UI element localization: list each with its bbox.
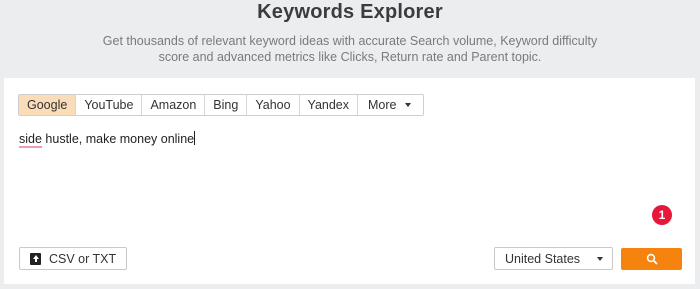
notification-badge[interactable]: 1	[652, 205, 672, 225]
tab-google[interactable]: Google	[19, 95, 77, 115]
more-dropdown[interactable]: More	[358, 95, 423, 115]
tab-yandex[interactable]: Yandex	[299, 95, 359, 115]
keywords-textarea[interactable]: side hustle, make money online	[19, 131, 196, 148]
tab-youtube[interactable]: YouTube	[76, 95, 143, 115]
chevron-down-icon	[597, 256, 603, 261]
tab-yahoo[interactable]: Yahoo	[247, 95, 300, 115]
page-title: Keywords Explorer	[257, 1, 443, 23]
upload-icon	[30, 252, 41, 265]
upload-csv-button[interactable]: CSV or TXT	[19, 247, 127, 270]
tab-bing[interactable]: Bing	[205, 95, 248, 115]
more-label: More	[368, 98, 397, 112]
text-cursor	[194, 131, 196, 145]
search-icon	[646, 253, 657, 265]
page-subtitle: Get thousands of relevant keyword ideas …	[0, 33, 700, 65]
search-engine-tabs: Google YouTube Amazon Bing Yahoo Yandex …	[18, 94, 424, 116]
country-selected: United States	[505, 251, 581, 266]
tab-amazon[interactable]: Amazon	[142, 95, 206, 115]
caret-down-icon	[404, 103, 411, 107]
search-button[interactable]	[621, 248, 682, 270]
misspelled-word: side	[19, 132, 42, 148]
upload-label: CSV or TXT	[49, 251, 117, 266]
query-text: hustle, make money online	[41, 132, 195, 146]
country-select[interactable]: United States	[494, 247, 613, 270]
subtitle-line-1: Get thousands of relevant keyword ideas …	[102, 34, 598, 48]
subtitle-line-2: score and advanced metrics like Clicks, …	[158, 50, 542, 64]
search-card: Google YouTube Amazon Bing Yahoo Yandex …	[4, 78, 695, 284]
